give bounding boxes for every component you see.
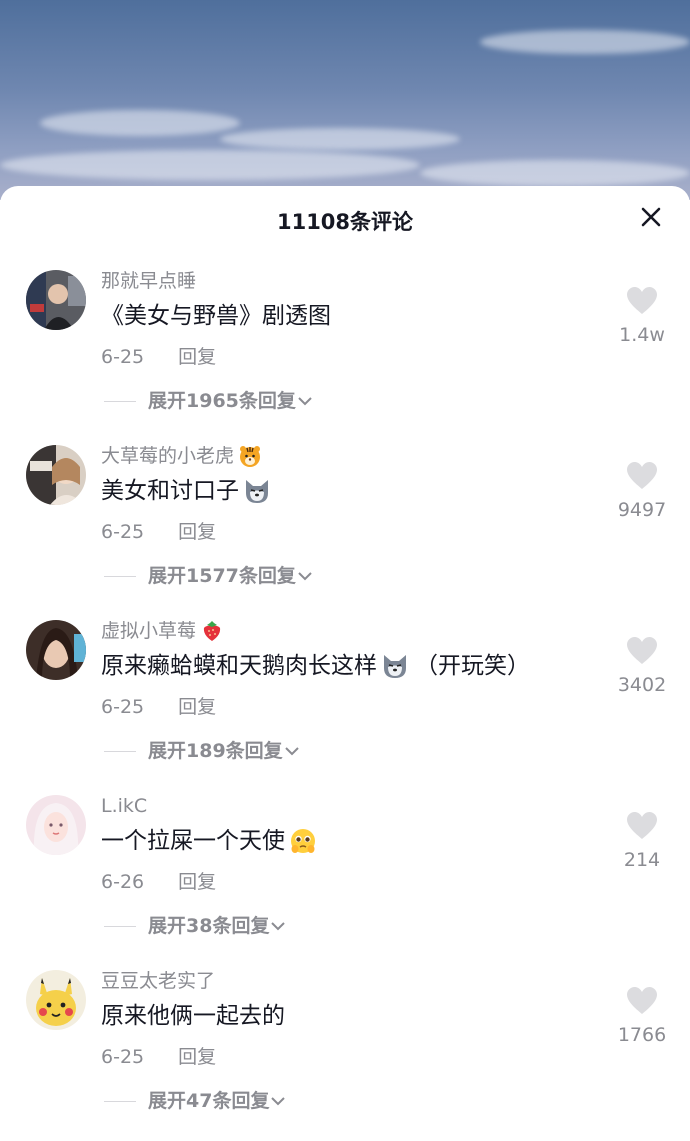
close-icon bbox=[641, 207, 661, 227]
reply-button[interactable]: 回复 bbox=[178, 696, 216, 718]
avatar[interactable] bbox=[26, 445, 86, 505]
comment-item: 豆豆太老实了 原来他俩一起去的 6-25 回复 展开47条回复 1766 bbox=[0, 966, 690, 1141]
like-button[interactable]: 9497 bbox=[610, 461, 674, 521]
comment-item: 大草莓的小老虎 美女和讨口子 6-25 回复 展开1577条回复 9497 bbox=[0, 441, 690, 616]
expand-replies-button[interactable]: 展开1577条回复 bbox=[104, 561, 601, 591]
comment-date: 6-25 bbox=[101, 346, 145, 368]
comment-item: L.ikC 一个拉屎一个天使 6-26 回复 展开38条回复 214 bbox=[0, 791, 690, 966]
chevron-down-icon bbox=[298, 397, 312, 406]
comment-username[interactable]: 大草莓的小老虎 bbox=[101, 441, 601, 471]
divider bbox=[104, 400, 136, 402]
like-button[interactable]: 3402 bbox=[610, 636, 674, 696]
wolf-emoji-icon bbox=[384, 655, 406, 678]
heart-icon bbox=[627, 812, 657, 839]
comment-text: 《美女与野兽》剧透图 bbox=[101, 303, 331, 329]
comment-date: 6-26 bbox=[101, 871, 145, 893]
comment-username[interactable]: L.ikC bbox=[101, 791, 601, 821]
heart-icon bbox=[627, 462, 657, 489]
like-count: 214 bbox=[623, 849, 661, 871]
close-button[interactable] bbox=[636, 202, 666, 232]
divider bbox=[104, 1100, 136, 1102]
comment-date: 6-25 bbox=[101, 521, 145, 543]
reply-button[interactable]: 回复 bbox=[178, 521, 216, 543]
comments-count-title: 11108条评论 bbox=[276, 210, 414, 234]
like-button[interactable]: 1766 bbox=[610, 986, 674, 1046]
chevron-down-icon bbox=[284, 747, 299, 756]
expand-replies-button[interactable]: 展开47条回复 bbox=[104, 1086, 601, 1116]
like-count: 1.4w bbox=[619, 324, 665, 346]
comment-item: 虚拟小草莓 原来癞蛤蟆和天鹅肉长这样 （开玩笑） 6-25 回复 展开189条回… bbox=[0, 616, 690, 791]
avatar[interactable] bbox=[26, 795, 86, 855]
like-button[interactable]: 214 bbox=[610, 811, 674, 871]
like-count: 9497 bbox=[617, 499, 667, 521]
chevron-down-icon bbox=[271, 922, 286, 931]
comment-text: 原来他俩一起去的 bbox=[101, 1003, 285, 1029]
chevron-down-icon bbox=[298, 572, 312, 581]
pleading-face-emoji-icon bbox=[291, 829, 315, 853]
comment-date: 6-25 bbox=[101, 1046, 145, 1068]
avatar[interactable] bbox=[26, 970, 86, 1030]
divider bbox=[104, 575, 136, 577]
avatar[interactable] bbox=[26, 270, 86, 330]
expand-replies-button[interactable]: 展开189条回复 bbox=[104, 736, 601, 766]
chevron-down-icon bbox=[271, 1097, 286, 1106]
reply-button[interactable]: 回复 bbox=[178, 346, 216, 368]
heart-icon bbox=[627, 987, 657, 1014]
background-video-sky bbox=[0, 0, 690, 200]
expand-replies-button[interactable]: 展开1965条回复 bbox=[104, 386, 601, 416]
avatar[interactable] bbox=[26, 620, 86, 680]
like-count: 3402 bbox=[617, 674, 667, 696]
comment-username[interactable]: 虚拟小草莓 bbox=[101, 616, 601, 646]
tiger-emoji-icon bbox=[240, 446, 261, 467]
wolf-emoji-icon bbox=[246, 480, 268, 503]
comment-text: 一个拉屎一个天使 bbox=[101, 821, 601, 861]
expand-replies-button[interactable]: 展开38条回复 bbox=[104, 911, 601, 941]
divider bbox=[104, 750, 136, 752]
strawberry-emoji-icon bbox=[203, 621, 221, 641]
like-button[interactable]: 1.4w bbox=[610, 286, 674, 346]
comment-item: 那就早点睡 《美女与野兽》剧透图 6-25 回复 展开1965条回复 1.4w bbox=[0, 266, 690, 441]
heart-icon bbox=[627, 287, 657, 314]
divider bbox=[104, 925, 136, 927]
like-count: 1766 bbox=[617, 1024, 667, 1046]
comments-sheet: 11108条评论 那就早点睡 《美女与野兽》剧透图 6-25 回复 展开1965… bbox=[0, 186, 690, 1132]
comment-text: 原来癞蛤蟆和天鹅肉长这样 （开玩笑） bbox=[101, 653, 530, 679]
reply-button[interactable]: 回复 bbox=[178, 871, 216, 893]
comment-list: 那就早点睡 《美女与野兽》剧透图 6-25 回复 展开1965条回复 1.4w bbox=[0, 266, 690, 1141]
heart-icon bbox=[627, 637, 657, 664]
comment-date: 6-25 bbox=[101, 696, 145, 718]
comment-username[interactable]: 豆豆太老实了 bbox=[101, 966, 601, 996]
comment-username[interactable]: 那就早点睡 bbox=[101, 266, 601, 296]
reply-button[interactable]: 回复 bbox=[178, 1046, 216, 1068]
comment-text: 美女和讨口子 bbox=[101, 471, 601, 511]
